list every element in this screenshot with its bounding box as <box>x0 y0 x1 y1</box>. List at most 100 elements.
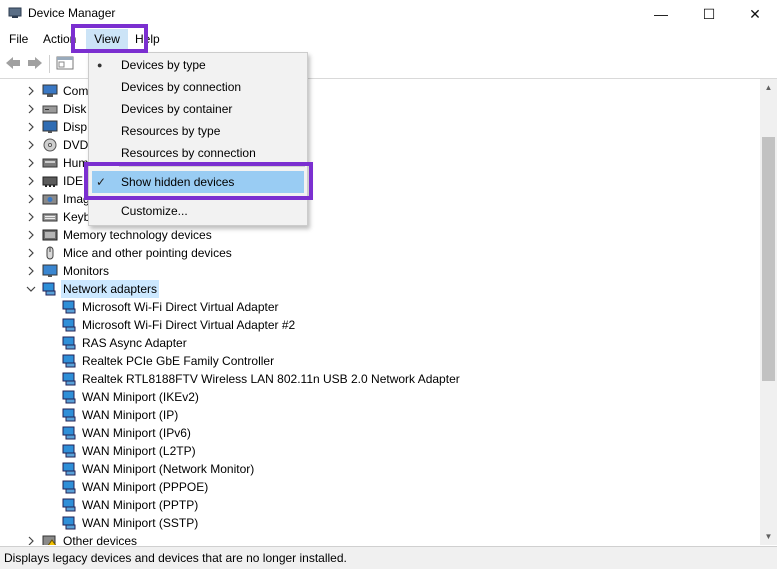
category-label: Disp <box>63 120 88 134</box>
tree-category-network-adapters[interactable]: Network adapters <box>0 280 300 298</box>
chevron-right-icon[interactable] <box>26 244 36 262</box>
adapter-label: WAN Miniport (PPPOE) <box>82 480 209 494</box>
tree-category[interactable]: Other devices <box>0 532 300 545</box>
chevron-right-icon[interactable] <box>26 118 36 136</box>
tree-category[interactable]: Memory technology devices <box>0 226 300 244</box>
menu-item-resources-by-type[interactable]: Resources by type <box>89 120 307 142</box>
chevron-right-icon[interactable] <box>26 208 36 226</box>
menu-item-devices-by-container[interactable]: Devices by container <box>89 98 307 120</box>
display-adapter-icon <box>42 120 58 133</box>
close-button[interactable]: ✕ <box>732 0 777 28</box>
adapter-label: WAN Miniport (L2TP) <box>82 444 196 458</box>
network-adapter-icon <box>62 318 76 332</box>
adapter-row[interactable]: WAN Miniport (Network Monitor) <box>0 460 500 478</box>
menu-item-label: Devices by container <box>121 102 233 116</box>
adapter-label: WAN Miniport (IKEv2) <box>82 390 199 404</box>
chevron-down-icon[interactable] <box>26 280 36 298</box>
menu-item-devices-by-connection[interactable]: Devices by connection <box>89 76 307 98</box>
camera-icon <box>42 194 58 205</box>
adapter-row[interactable]: WAN Miniport (L2TP) <box>0 442 500 460</box>
adapter-row[interactable]: WAN Miniport (SSTP) <box>0 514 500 532</box>
menu-item-devices-by-type[interactable]: ● Devices by type <box>89 54 307 76</box>
keyboard-icon <box>42 213 58 222</box>
network-adapter-icon <box>62 390 76 404</box>
chevron-right-icon[interactable] <box>26 262 36 280</box>
maximize-button[interactable]: ☐ <box>686 0 732 28</box>
chevron-right-icon[interactable] <box>26 154 36 172</box>
status-text: Displays legacy devices and devices that… <box>4 551 347 565</box>
highlight-box-show-hidden <box>84 162 313 200</box>
computer-icon <box>42 84 58 97</box>
category-label: Com <box>63 84 89 98</box>
minimize-button[interactable]: — <box>638 0 684 28</box>
warning-device-icon <box>42 535 57 545</box>
tree-category[interactable]: Mice and other pointing devices <box>0 244 300 262</box>
toolbar-separator <box>49 55 50 73</box>
menu-item-resources-by-connection[interactable]: Resources by connection <box>89 142 307 164</box>
dvd-drive-icon <box>43 138 57 152</box>
adapter-row[interactable]: WAN Miniport (IPv6) <box>0 424 500 442</box>
adapter-label: WAN Miniport (IPv6) <box>82 426 191 440</box>
network-adapter-icon <box>62 516 76 530</box>
network-adapter-icon <box>62 426 76 440</box>
adapter-row[interactable]: WAN Miniport (IKEv2) <box>0 388 500 406</box>
tree-category[interactable]: Monitors <box>0 262 300 280</box>
mouse-icon <box>46 246 54 260</box>
chevron-right-icon[interactable] <box>26 190 36 208</box>
network-adapter-icon <box>42 282 56 296</box>
adapter-row[interactable]: WAN Miniport (PPPOE) <box>0 478 500 496</box>
memory-technology-icon <box>42 229 58 241</box>
category-label: Keyb <box>63 210 91 224</box>
network-adapter-icon <box>62 444 76 458</box>
window-title: Device Manager <box>28 6 116 20</box>
menu-item-label: Devices by type <box>121 58 206 72</box>
network-adapter-icon <box>62 408 76 422</box>
menu-item-label: Customize... <box>121 204 188 218</box>
category-label: Memory technology devices <box>63 228 212 242</box>
category-label: Mice and other pointing devices <box>63 246 232 260</box>
forward-arrow-icon[interactable] <box>26 55 44 71</box>
ide-controller-icon <box>42 176 58 187</box>
adapter-row[interactable]: Microsoft Wi-Fi Direct Virtual Adapter #… <box>0 316 500 334</box>
menu-item-customize[interactable]: Customize... <box>89 200 307 222</box>
network-adapter-icon <box>62 498 76 512</box>
menu-item-label: Devices by connection <box>121 80 242 94</box>
menu-item-label: Resources by type <box>121 124 221 138</box>
monitor-icon <box>42 264 58 277</box>
category-label: Monitors <box>63 264 110 278</box>
network-adapter-icon <box>62 354 76 368</box>
adapter-label: WAN Miniport (Network Monitor) <box>82 462 255 476</box>
chevron-right-icon[interactable] <box>26 172 36 190</box>
properties-icon[interactable] <box>56 55 74 71</box>
chevron-right-icon[interactable] <box>26 226 36 244</box>
chevron-right-icon[interactable] <box>26 136 36 154</box>
adapter-row[interactable]: RAS Async Adapter <box>0 334 500 352</box>
category-label: Disk <box>63 102 87 116</box>
network-adapter-icon <box>62 300 76 314</box>
adapter-row[interactable]: Realtek PCIe GbE Family Controller <box>0 352 500 370</box>
back-arrow-icon[interactable] <box>4 55 22 71</box>
scrollbar-thumb[interactable] <box>762 137 775 381</box>
disk-drive-icon <box>42 105 58 114</box>
adapter-label: Realtek PCIe GbE Family Controller <box>82 354 275 368</box>
chevron-right-icon[interactable] <box>26 100 36 118</box>
highlight-box-view-menu <box>71 24 148 53</box>
adapter-label: WAN Miniport (IP) <box>82 408 179 422</box>
adapter-label: WAN Miniport (SSTP) <box>82 516 199 530</box>
adapter-label: Microsoft Wi-Fi Direct Virtual Adapter #… <box>82 318 296 332</box>
adapter-row[interactable]: Microsoft Wi-Fi Direct Virtual Adapter <box>0 298 500 316</box>
chevron-right-icon[interactable] <box>26 82 36 100</box>
chevron-right-icon[interactable] <box>26 532 36 545</box>
adapter-row[interactable]: Realtek RTL8188FTV Wireless LAN 802.11n … <box>0 370 500 388</box>
human-interface-device-icon <box>42 158 58 168</box>
scroll-down-arrow-icon[interactable]: ▼ <box>760 528 777 545</box>
status-bar: Displays legacy devices and devices that… <box>0 546 777 569</box>
vertical-scrollbar[interactable]: ▲ ▼ <box>760 79 777 545</box>
scroll-up-arrow-icon[interactable]: ▲ <box>760 79 777 96</box>
network-adapter-icon <box>62 462 76 476</box>
category-label: Other devices <box>63 534 138 545</box>
adapter-label: RAS Async Adapter <box>82 336 187 350</box>
menu-file[interactable]: File <box>9 32 28 46</box>
adapter-row[interactable]: WAN Miniport (PPTP) <box>0 496 500 514</box>
adapter-row[interactable]: WAN Miniport (IP) <box>0 406 500 424</box>
